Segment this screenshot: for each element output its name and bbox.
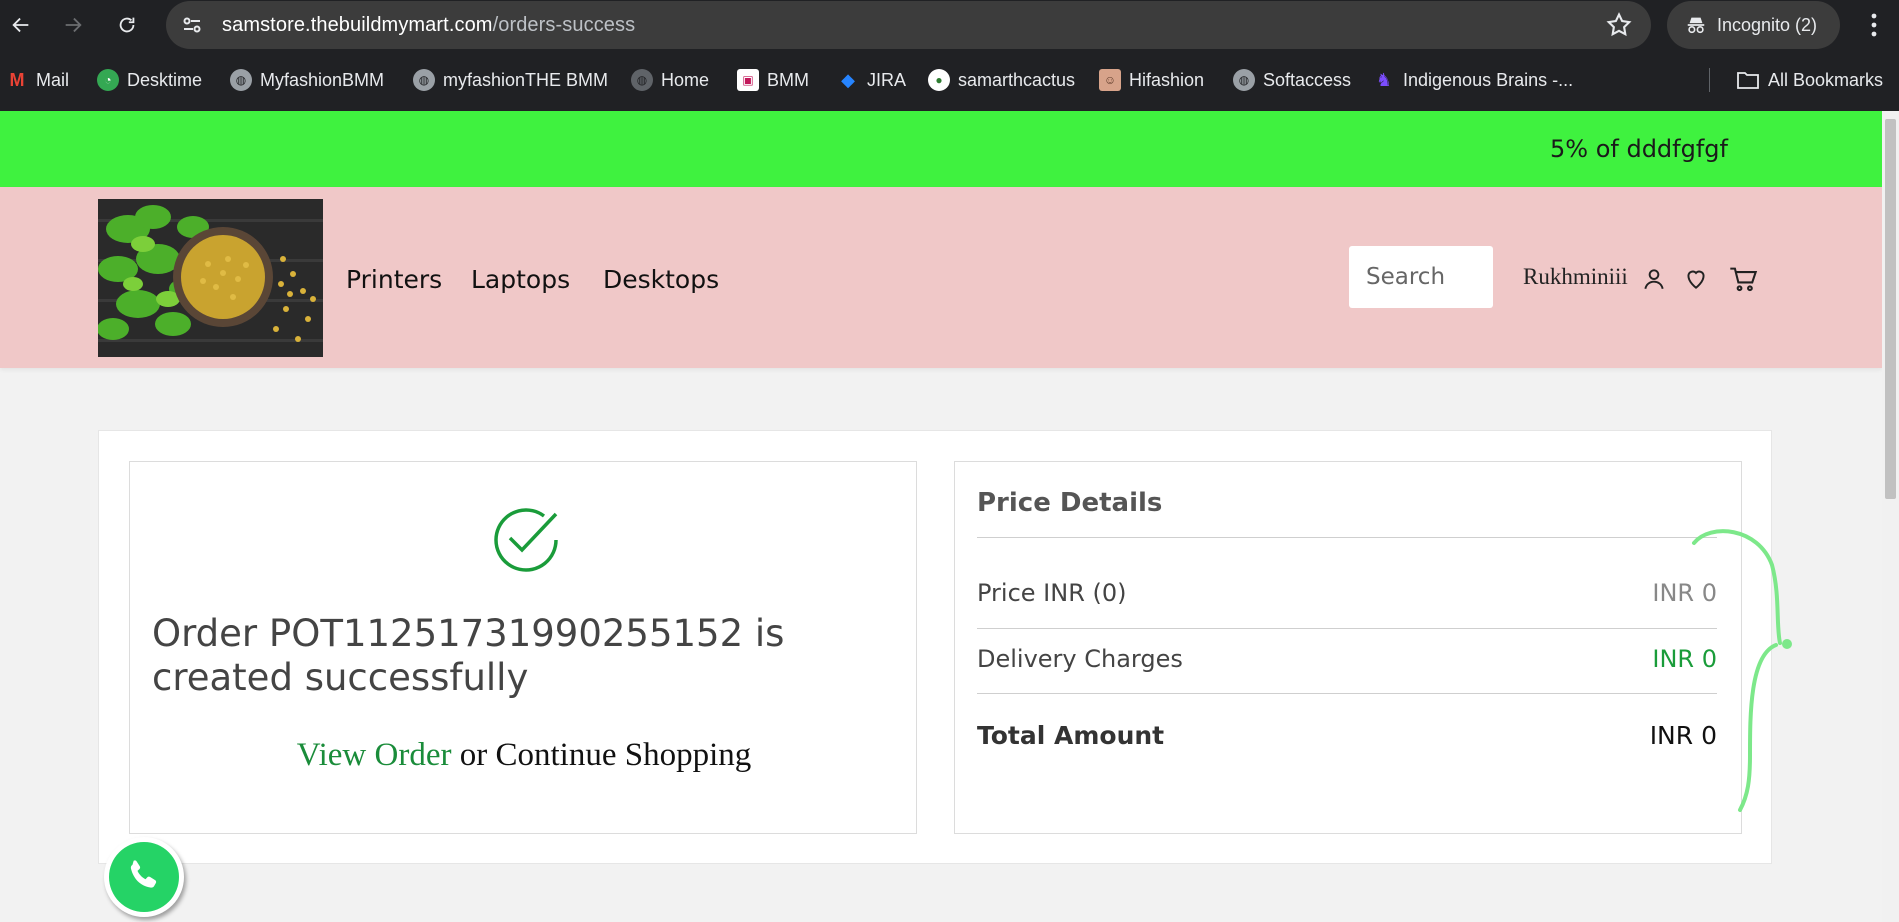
continue-shopping-link[interactable]: Continue Shopping: [495, 737, 751, 773]
bookmark-myfashionbmm[interactable]: ◍ MyfashionBMM: [230, 68, 384, 92]
bookmark-bmm[interactable]: ▣ BMM: [737, 68, 809, 92]
delivery-value: INR 0: [1652, 645, 1717, 673]
site-info-icon[interactable]: [180, 13, 204, 37]
nav-printers[interactable]: Printers: [346, 265, 442, 294]
whatsapp-chat-button[interactable]: [104, 837, 184, 917]
total-label: Total Amount: [977, 721, 1165, 750]
order-success-container: Order POT11251731990255152 is created su…: [98, 430, 1772, 864]
total-row: Total Amount INR 0: [977, 721, 1717, 750]
divider: [977, 537, 1717, 538]
promo-text: 5% of dddfgfgf: [1550, 135, 1728, 163]
site-logo[interactable]: [98, 199, 323, 357]
promo-banner: 5% of dddfgfgf: [0, 111, 1882, 187]
globe-icon: ◍: [230, 69, 252, 91]
price-value: INR 0: [1652, 579, 1717, 607]
price-details-title: Price Details: [977, 488, 1163, 518]
bookmark-hifashion[interactable]: ☺ Hifashion: [1099, 68, 1204, 92]
desktime-icon: ◔: [97, 69, 119, 91]
bookmark-softaccess[interactable]: ◍ Softaccess: [1233, 68, 1351, 92]
price-details-card: Price Details Price INR (0) INR 0 Delive…: [954, 461, 1742, 834]
price-row: Price INR (0) INR 0: [977, 579, 1717, 607]
bookmark-samarthcactus[interactable]: ● samarthcactus: [928, 68, 1075, 92]
jira-icon: ◆: [841, 69, 855, 90]
reload-icon[interactable]: [110, 8, 144, 42]
total-value: INR 0: [1649, 721, 1717, 750]
bookmark-indigenous-brains[interactable]: ♞ Indigenous Brains -...: [1373, 68, 1573, 92]
bookmark-myfashionthebmm[interactable]: ◍ myfashionTHE BMM: [413, 68, 608, 92]
order-created-message: Order POT11251731990255152 is created su…: [152, 612, 785, 699]
delivery-label: Delivery Charges: [977, 645, 1183, 673]
indigenous-brains-icon: ♞: [1375, 69, 1393, 90]
search-input[interactable]: Search: [1349, 246, 1493, 308]
or-text: or: [451, 737, 496, 773]
delivery-row: Delivery Charges INR 0: [977, 645, 1717, 673]
whatsapp-phone-icon: [130, 860, 157, 888]
gmail-icon: M: [9, 69, 25, 90]
cactus-icon: ●: [928, 69, 950, 91]
bookmark-desktime[interactable]: ◔ Desktime: [97, 68, 202, 92]
globe-icon: ◍: [413, 69, 435, 91]
incognito-icon: [1687, 17, 1705, 34]
address-bar[interactable]: samstore.thebuildmymart.com/orders-succe…: [166, 1, 1651, 49]
view-order-link[interactable]: View Order: [297, 737, 452, 773]
url-text[interactable]: samstore.thebuildmymart.com/orders-succe…: [222, 14, 635, 37]
user-icon[interactable]: [1641, 265, 1667, 293]
site-header: Printers Laptops Desktops Search Rukhmin…: [0, 187, 1882, 368]
bookmarks-bar: M Mail ◔ Desktime ◍ MyfashionBMM ◍ myfas…: [0, 50, 1899, 111]
divider: [977, 693, 1717, 694]
hifashion-icon: ☺: [1099, 69, 1121, 91]
all-bookmarks[interactable]: All Bookmarks: [1736, 68, 1883, 92]
price-label: Price INR (0): [977, 579, 1127, 607]
order-actions: View Order or Continue Shopping: [130, 737, 918, 774]
order-confirmation-card: Order POT11251731990255152 is created su…: [129, 461, 917, 834]
bookmarks-divider: [1709, 68, 1710, 92]
divider: [977, 628, 1717, 629]
globe-icon: ◍: [1233, 69, 1255, 91]
page-viewport: 5% of dddfgfgf Printers Laptops Desktops: [0, 111, 1882, 922]
globe-icon: ◍: [631, 69, 653, 91]
menu-kebab-icon[interactable]: [1862, 10, 1886, 40]
nav-laptops[interactable]: Laptops: [471, 265, 570, 294]
scrollbar-thumb[interactable]: [1885, 119, 1896, 499]
bookmark-mail[interactable]: M Mail: [6, 68, 70, 92]
browser-toolbar: samstore.thebuildmymart.com/orders-succe…: [0, 0, 1899, 50]
back-icon[interactable]: [4, 8, 38, 42]
folder-icon: [1737, 72, 1759, 89]
incognito-badge[interactable]: Incognito (2): [1667, 1, 1840, 49]
cart-icon[interactable]: [1728, 265, 1758, 293]
nav-desktops[interactable]: Desktops: [603, 265, 719, 294]
bmm-icon: ▣: [737, 69, 759, 91]
wishlist-heart-icon[interactable]: [1683, 265, 1709, 293]
page-scrollbar[interactable]: [1882, 111, 1899, 922]
username[interactable]: Rukhminiii: [1523, 264, 1628, 290]
bookmark-home[interactable]: ◍ Home: [631, 68, 709, 92]
bookmark-star-icon[interactable]: [1605, 11, 1633, 39]
bookmark-jira[interactable]: ◆ JIRA: [837, 68, 906, 92]
success-check-icon: [494, 508, 558, 572]
forward-icon[interactable]: [56, 8, 90, 42]
